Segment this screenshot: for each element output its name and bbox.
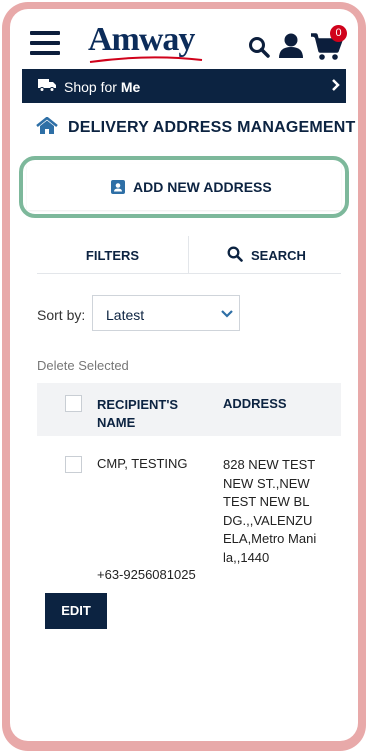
shop-for-label: Shop for Me [64, 79, 140, 95]
column-address: ADDRESS [223, 396, 287, 411]
hamburger-icon[interactable] [30, 31, 60, 55]
add-new-address-button[interactable]: ADD NEW ADDRESS [27, 164, 341, 210]
sort-label: Sort by: [37, 307, 86, 323]
app-screen: Amway 0 Shop for Me DELIVERY ADDRESS MAN… [10, 9, 358, 741]
shop-for-prefix: Shop for [64, 79, 117, 95]
shop-for-target: Me [120, 79, 141, 95]
chevron-right-icon [332, 79, 340, 91]
table-header: RECIPIENT'S NAME ADDRESS [37, 383, 341, 436]
address-card-icon [111, 180, 125, 194]
recipient-name: CMP, TESTING [97, 456, 188, 471]
filters-button[interactable]: FILTERS [37, 248, 188, 263]
home-icon [36, 117, 58, 134]
sort-selected-value: Latest [106, 307, 145, 323]
column-recipient-name: RECIPIENT'S NAME [97, 397, 179, 430]
filter-search-bar: FILTERS SEARCH [37, 236, 341, 274]
recipient-phone: +63-9256081025 [97, 567, 196, 582]
amway-logo[interactable]: Amway [88, 23, 195, 57]
sort-select[interactable]: Latest [92, 295, 240, 331]
search-icon[interactable] [248, 36, 270, 58]
add-new-address-label: ADD NEW ADDRESS [133, 179, 272, 195]
search-button[interactable]: SEARCH [227, 246, 306, 267]
delete-selected-link[interactable]: Delete Selected [37, 358, 129, 373]
divider [188, 236, 189, 273]
search-label: SEARCH [251, 248, 306, 263]
page-title: DELIVERY ADDRESS MANAGEMENT [68, 119, 356, 136]
truck-icon [38, 79, 56, 92]
chevron-down-icon [221, 310, 233, 318]
logo-swoosh-icon [89, 56, 203, 63]
cart-count-badge: 0 [330, 25, 347, 42]
site-header: Amway 0 [10, 9, 358, 69]
shop-for-bar[interactable]: Shop for Me [22, 69, 346, 103]
row-checkbox[interactable] [65, 456, 82, 473]
recipient-address: 828 NEW TEST NEW ST.,NEW TEST NEW BLDG.,… [223, 457, 317, 565]
search-icon [227, 246, 243, 262]
account-icon[interactable] [278, 32, 304, 58]
edit-button[interactable]: EDIT [45, 593, 107, 629]
select-all-checkbox[interactable] [65, 395, 82, 412]
